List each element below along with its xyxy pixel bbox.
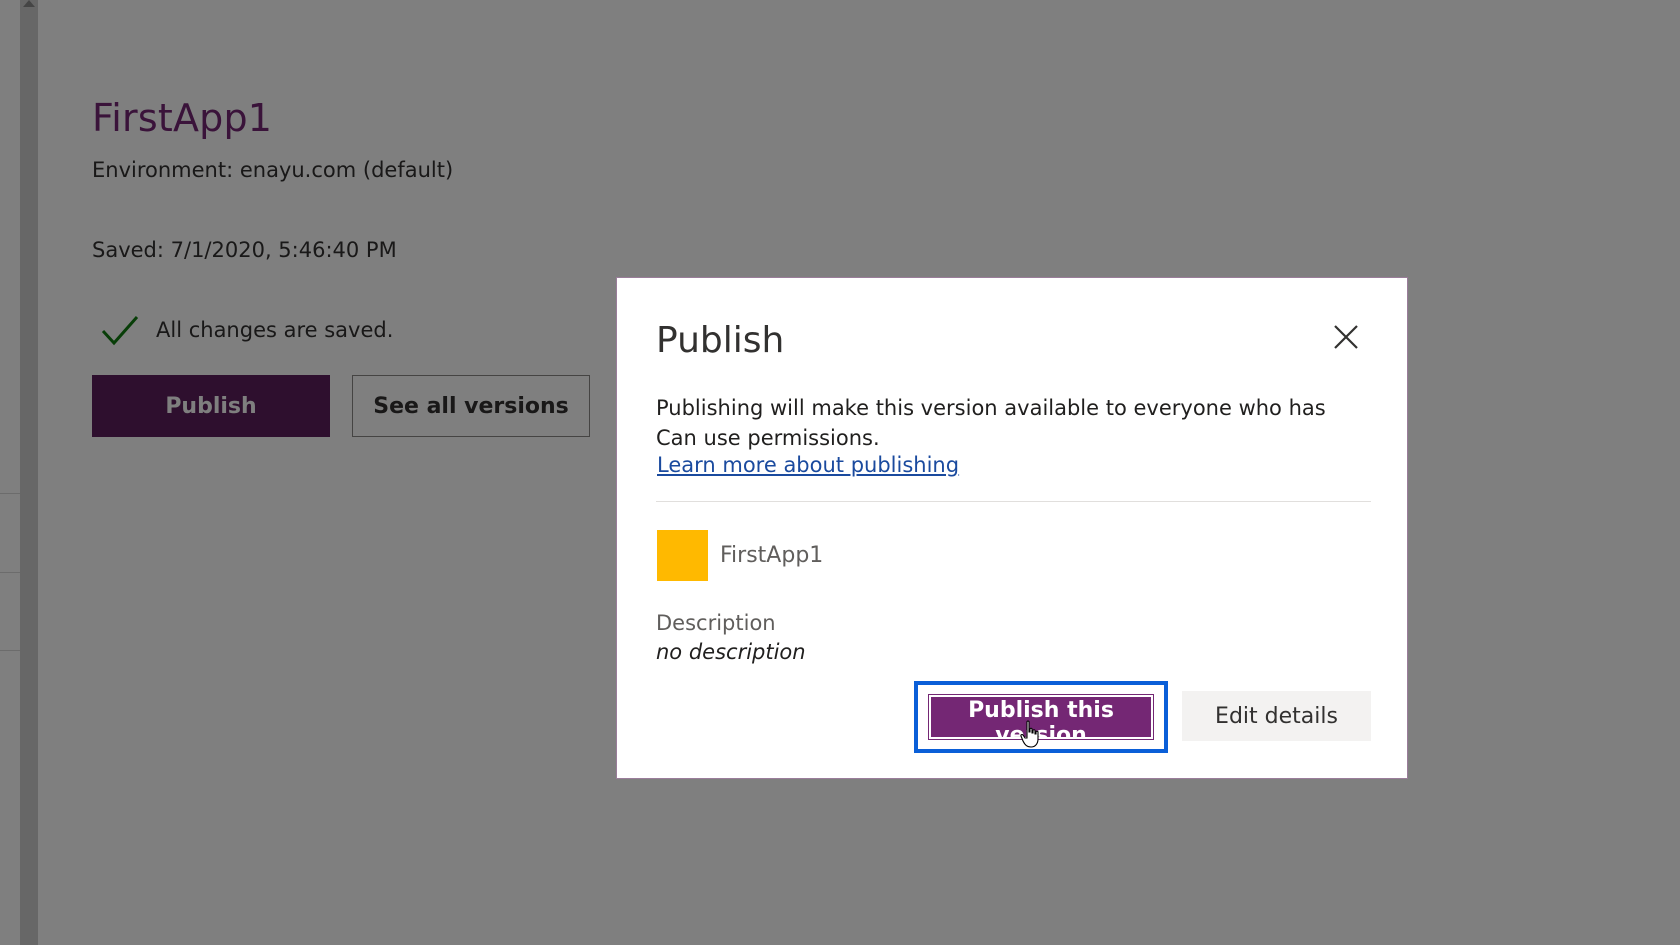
edit-details-button[interactable]: Edit details [1182, 691, 1371, 741]
app-icon [657, 530, 708, 581]
learn-more-link[interactable]: Learn more about publishing [657, 453, 959, 477]
app-name: FirstApp1 [720, 543, 824, 568]
description-label: Description [656, 611, 776, 635]
publish-dialog: Publish Publishing will make this versio… [616, 277, 1408, 779]
dialog-title: Publish [656, 320, 785, 361]
divider [656, 501, 1371, 502]
app-summary: FirstApp1 [657, 530, 823, 581]
close-button[interactable] [1331, 322, 1361, 352]
hand-cursor-icon [1020, 720, 1039, 748]
dialog-message: Publishing will make this version availa… [656, 396, 1326, 450]
close-icon [1334, 325, 1358, 349]
description-value: no description [656, 640, 806, 664]
page: FirstApp1 Environment: enayu.com (defaul… [0, 0, 1680, 945]
